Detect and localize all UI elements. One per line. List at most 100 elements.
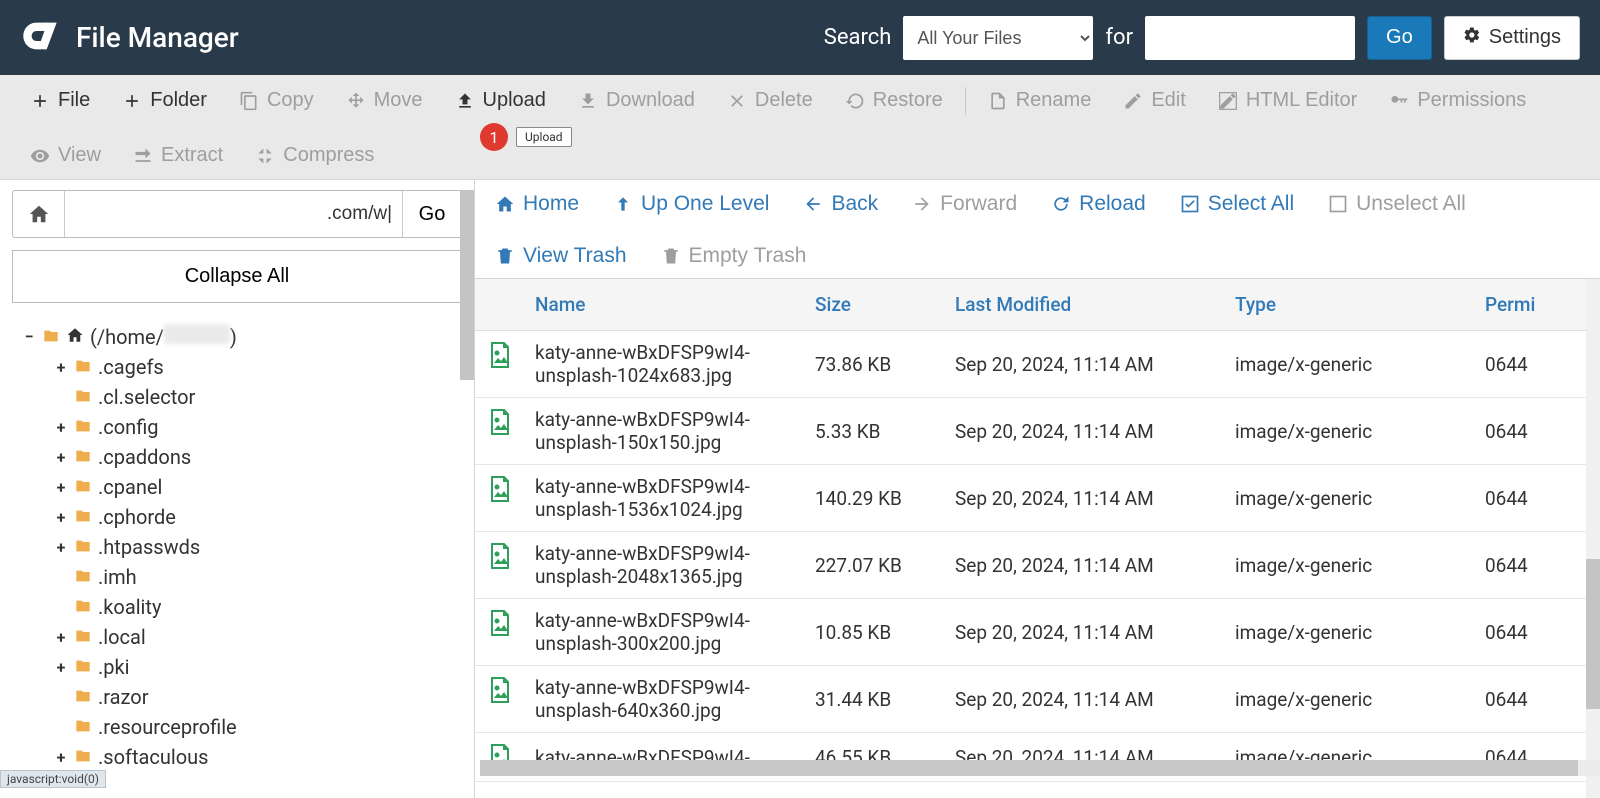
tree-expand-icon[interactable]: +: [54, 540, 68, 554]
tree-item[interactable]: .razor: [54, 682, 462, 712]
folder-icon: [74, 355, 92, 379]
header-bar: File Manager Search All Your Files for G…: [0, 0, 1600, 75]
folder-icon: [74, 565, 92, 589]
image-file-icon: [475, 331, 525, 379]
tree-item[interactable]: +.softaculous: [54, 742, 462, 772]
tree-item[interactable]: .imh: [54, 562, 462, 592]
col-type[interactable]: Type: [1225, 279, 1475, 331]
tree-expand-icon[interactable]: [54, 720, 68, 734]
trash-icon: [661, 246, 681, 266]
logo-area: File Manager: [20, 16, 239, 60]
upload-button[interactable]: Upload: [439, 83, 562, 118]
tree-item[interactable]: +.local: [54, 622, 462, 652]
tree-expand-icon[interactable]: [54, 390, 68, 404]
table-row[interactable]: katy-anne-wBxDFSP9wI4-unsplash-640x360.j…: [475, 666, 1600, 733]
tree-item-label: .htpasswds: [98, 535, 200, 559]
path-input[interactable]: [65, 191, 403, 237]
restore-button[interactable]: Restore: [829, 83, 959, 118]
for-label: for: [1105, 25, 1133, 50]
tree-item[interactable]: +.pki: [54, 652, 462, 682]
folder-icon: [74, 535, 92, 559]
cell-name: katy-anne-wBxDFSP9wI4-unsplash-640x360.j…: [525, 666, 805, 733]
search-input[interactable]: [1145, 16, 1355, 60]
sidebar-scrollbar[interactable]: [460, 190, 474, 380]
tree-item[interactable]: +.config: [54, 412, 462, 442]
tree-item[interactable]: +.cpaddons: [54, 442, 462, 472]
table-row[interactable]: katy-anne-wBxDFSP9wI4-unsplash-1024x683.…: [475, 331, 1600, 398]
delete-button[interactable]: Delete: [711, 83, 829, 118]
tree-expand-icon[interactable]: +: [54, 750, 68, 764]
path-home-button[interactable]: [13, 191, 65, 237]
tree-expand-icon[interactable]: [54, 570, 68, 584]
view-button[interactable]: View: [14, 138, 117, 173]
horizontal-scrollbar[interactable]: [480, 760, 1600, 776]
tree-item[interactable]: .resourceprofile: [54, 712, 462, 742]
permissions-button[interactable]: Permissions: [1373, 83, 1542, 118]
unselect-all-button[interactable]: Unselect All: [1328, 192, 1466, 216]
col-name[interactable]: Name: [525, 279, 805, 331]
tree-item[interactable]: .cl.selector: [54, 382, 462, 412]
new-file-button[interactable]: File: [14, 83, 106, 118]
table-row[interactable]: katy-anne-wBxDFSP9wI4-unsplash-300x200.j…: [475, 599, 1600, 666]
table-vertical-scrollbar[interactable]: [1586, 279, 1600, 798]
extract-button[interactable]: Extract: [117, 138, 239, 173]
table-row[interactable]: katy-anne-wBxDFSP9wI4-unsplash-1536x1024…: [475, 465, 1600, 532]
tree-root[interactable]: − (/home/): [22, 321, 462, 352]
cell-name: katy-anne-wBxDFSP9wI4-unsplash-1024x683.…: [525, 331, 805, 398]
folder-icon: [74, 475, 92, 499]
view-trash-button[interactable]: View Trash: [495, 244, 627, 268]
tree-item[interactable]: +.cphorde: [54, 502, 462, 532]
content-toolbar: Home Up One Level Back Forward Reload Se…: [475, 180, 1600, 279]
cell-name: katy-anne-wBxDFSP9wI4-unsplash-2048x1365…: [525, 532, 805, 599]
compress-button[interactable]: Compress: [239, 138, 390, 173]
nav-back-button[interactable]: Back: [803, 192, 878, 216]
new-folder-button[interactable]: Folder: [106, 83, 223, 118]
nav-forward-button[interactable]: Forward: [912, 192, 1017, 216]
col-modified[interactable]: Last Modified: [945, 279, 1225, 331]
tree-item[interactable]: .koality: [54, 592, 462, 622]
folder-open-icon: [42, 325, 60, 349]
table-row[interactable]: katy-anne-wBxDFSP9wI4-unsplash-150x150.j…: [475, 398, 1600, 465]
gear-icon: [1463, 26, 1481, 50]
tree-item[interactable]: + .htpasswds: [54, 532, 462, 562]
tree-expand-icon[interactable]: +: [54, 510, 68, 524]
cell-name: katy-anne-wBxDFSP9wI4-unsplash-1536x1024…: [525, 465, 805, 532]
settings-button[interactable]: Settings: [1444, 16, 1580, 60]
move-button[interactable]: Move: [330, 83, 439, 118]
tree-expand-icon[interactable]: [54, 690, 68, 704]
nav-home-button[interactable]: Home: [495, 192, 579, 216]
edit-button[interactable]: Edit: [1107, 83, 1201, 118]
reload-button[interactable]: Reload: [1051, 192, 1146, 216]
tree-collapse-icon[interactable]: −: [22, 330, 36, 344]
table-row[interactable]: katy-anne-wBxDFSP9wI4-unsplash-2048x1365…: [475, 532, 1600, 599]
callout-badge: 1: [480, 123, 508, 151]
copy-button[interactable]: Copy: [223, 83, 330, 118]
cell-modified: Sep 20, 2024, 11:14 AM: [945, 331, 1225, 398]
search-go-button[interactable]: Go: [1367, 16, 1432, 60]
tree-expand-icon[interactable]: +: [54, 630, 68, 644]
html-editor-button[interactable]: HTML Editor: [1202, 83, 1374, 118]
image-file-icon: [475, 465, 525, 513]
col-permissions[interactable]: Permi: [1475, 279, 1600, 331]
tree-expand-icon[interactable]: +: [54, 480, 68, 494]
cell-type: image/x-generic: [1225, 465, 1475, 532]
rename-button[interactable]: Rename: [972, 83, 1108, 118]
tree-expand-icon[interactable]: +: [54, 360, 68, 374]
path-go-button[interactable]: Go: [403, 191, 461, 237]
nav-up-button[interactable]: Up One Level: [613, 192, 769, 216]
tree-expand-icon[interactable]: +: [54, 450, 68, 464]
tree-expand-icon[interactable]: +: [54, 420, 68, 434]
download-button[interactable]: Download: [562, 83, 711, 118]
move-icon: [346, 91, 366, 111]
select-all-button[interactable]: Select All: [1180, 192, 1294, 216]
tree-item-label: .resourceprofile: [98, 715, 237, 739]
collapse-all-button[interactable]: Collapse All: [12, 250, 462, 303]
tree-item[interactable]: +.cagefs: [54, 352, 462, 382]
search-scope-select[interactable]: All Your Files: [903, 16, 1093, 60]
tree-expand-icon[interactable]: +: [54, 660, 68, 674]
tree-item[interactable]: +.cpanel: [54, 472, 462, 502]
tree-expand-icon[interactable]: [54, 600, 68, 614]
empty-trash-button[interactable]: Empty Trash: [661, 244, 807, 268]
cell-size: 31.44 KB: [805, 666, 945, 733]
col-size[interactable]: Size: [805, 279, 945, 331]
